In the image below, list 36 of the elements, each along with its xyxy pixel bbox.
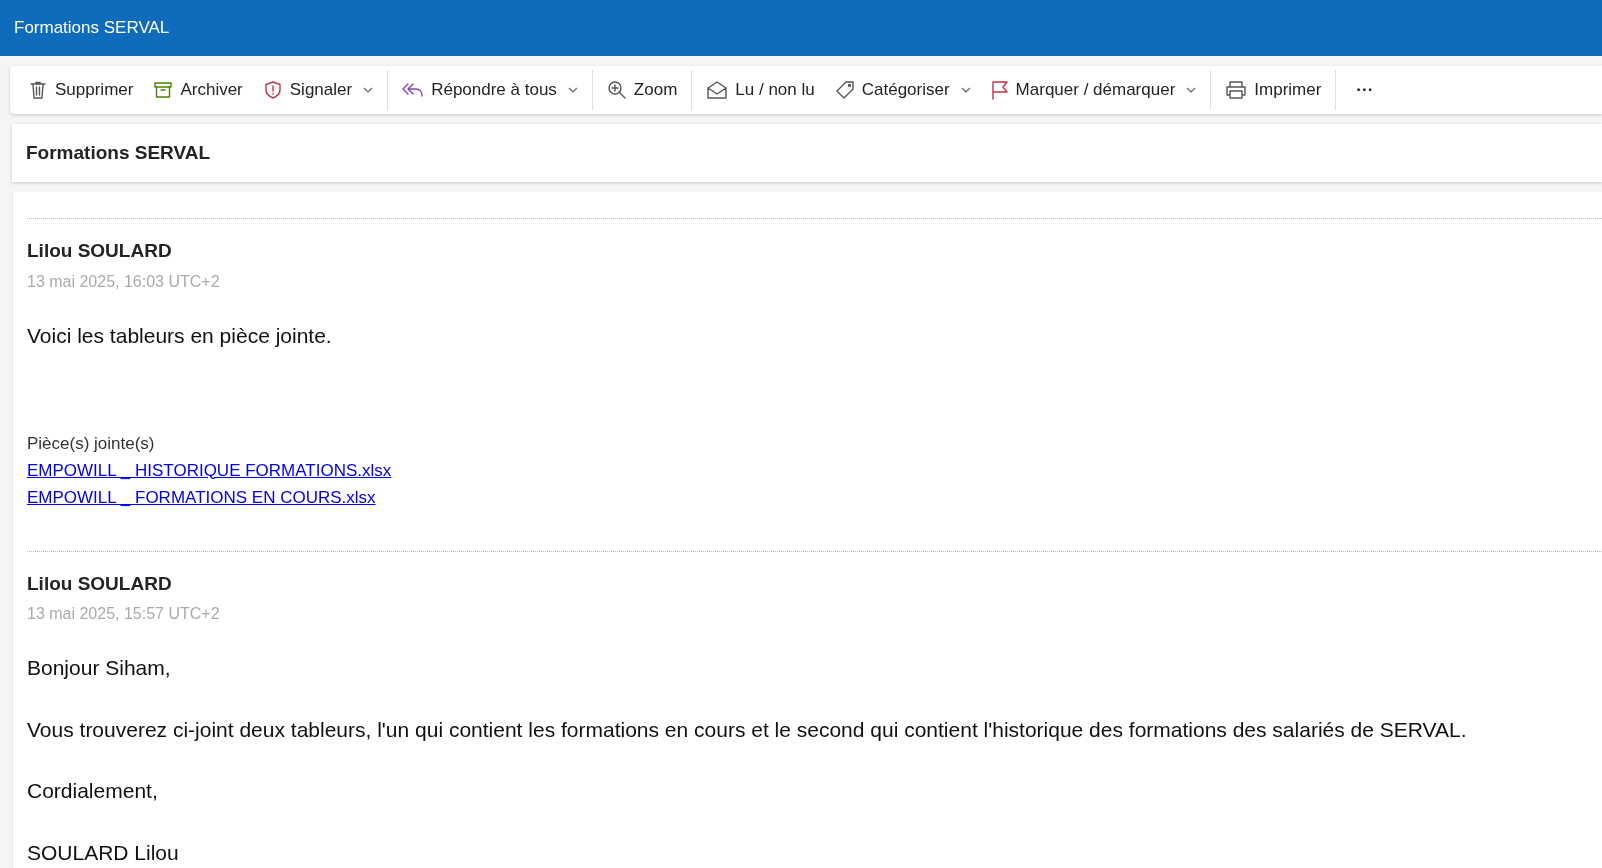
message-text: Vous trouverez ci-joint deux tableurs, l'un qui contient les formations en cours et le second qui contient l'historique des formations des salariés de SERVAL. <box>27 716 1468 743</box>
subject-heading: Formations SERVAL <box>12 124 1602 182</box>
sender-name: Lilou SOULARD <box>27 571 173 596</box>
attachment-link[interactable]: EMPOWILL _ HISTORIQUE FORMATIONS.xlsx <box>27 456 1602 484</box>
message-text: Cordialement, <box>27 778 159 805</box>
toolbar-button[interactable]: Supprimer <box>18 71 144 109</box>
more-options-button[interactable]: ··· <box>1340 71 1390 109</box>
trash-icon <box>28 80 48 100</box>
message-text: SOULARD Lilou <box>27 839 180 866</box>
zoom-in-icon <box>606 80 627 100</box>
caret-icon <box>567 85 578 95</box>
sender-name: Lilou SOULARD <box>27 239 173 263</box>
window-title: Formations SERVAL <box>0 0 1602 56</box>
message-text: Voici les tableurs en pièce jointe. <box>27 322 333 349</box>
tag-icon <box>834 80 855 100</box>
toolbar-button[interactable]: Imprimer <box>1215 71 1332 109</box>
shield-alert-icon <box>262 80 283 100</box>
toolbar-button[interactable]: Zoom <box>596 71 688 109</box>
message-text: Bonjour Siham, <box>27 655 172 682</box>
caret-icon <box>363 85 374 95</box>
caret-icon <box>960 85 971 95</box>
toolbar-button[interactable]: Archiver <box>143 71 253 109</box>
caret-icon <box>1186 85 1197 95</box>
message-date: 13 mai 2025, 16:03 UTC+2 <box>27 271 221 292</box>
attachments-heading: Pièce(s) jointe(s) <box>27 433 156 455</box>
toolbar-button[interactable]: Signaler <box>252 71 384 109</box>
toolbar-button[interactable]: Répondre à tous <box>392 71 588 109</box>
toolbar-button[interactable]: Lu / non lu <box>696 71 825 109</box>
message-date: 13 mai 2025, 15:57 UTC+2 <box>27 604 221 625</box>
attachment-link[interactable]: EMPOWILL _ FORMATIONS EN COURS.xlsx <box>27 483 1602 511</box>
envelope-icon <box>706 80 729 100</box>
toolbar-button[interactable]: Marquer / démarquer <box>980 71 1207 109</box>
toolbar-button[interactable]: Catégoriser <box>824 71 981 109</box>
printer-icon <box>1225 80 1248 100</box>
flag-icon <box>990 80 1009 100</box>
archive-box-icon <box>153 80 174 100</box>
